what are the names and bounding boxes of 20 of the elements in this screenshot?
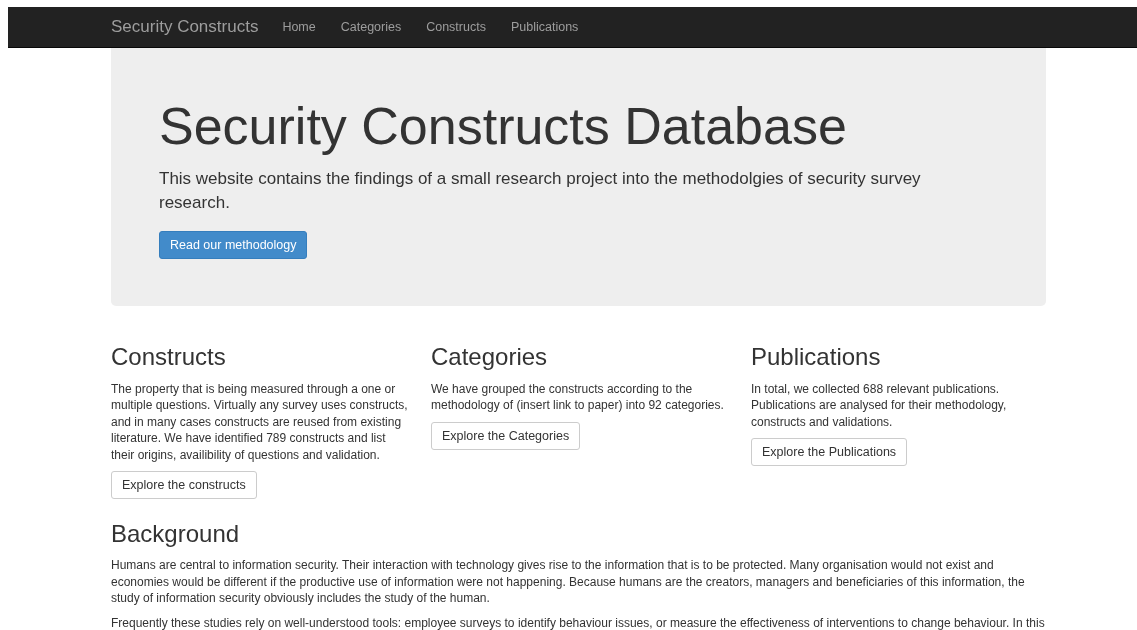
section-text: In total, we collected 688 relevant publications. Publications are analysed for their methodology, constructs and validations. [751,380,1008,431]
section-heading: Publications [751,344,882,371]
section-heading: Constructs [111,344,227,371]
brand-link[interactable]: Security Constructs [111,17,259,37]
hero-lead: This website contains the findings of a small research project into the methodolgies of security survey research. [159,168,922,215]
nav-link[interactable]: Publications [510,20,579,34]
section-text: The property that is being measured through a one or multiple questions. Virtually any survey uses constructs, and in many cases constructs are reused from existing literature. We have identified 789 constructs and list their origins, availibility of questions and validation. [111,380,409,464]
hero-title: Security Constructs Database [159,98,848,156]
nav-link[interactable]: Home [282,20,316,34]
section-text: We have grouped the constructs according to the methodology of (insert link to paper) into 92 categories. [431,380,725,414]
section-heading: Background [111,521,241,548]
nav-link[interactable]: Constructs [426,20,486,34]
explore-button[interactable]: Explore the Categories [431,421,581,450]
paragraph: Frequently these studies rely on well-understood tools: employee surveys to identify behaviour issues, or measure the effectiveness of interventions to change behaviour. In this [111,614,1046,630]
paragraph: Humans are central to information security. Their interaction with technology gives rise to the information that is to be protected. Many organisation would not exist and economies would be different if the productive use of information were not happening. Because humans are the creators, managers and beneficiaries of this information, the study of information security obviously includes the study of the human. [111,557,1026,607]
explore-button[interactable]: Explore the Publications [751,438,908,467]
methodology-button[interactable]: Read our methodology [159,231,308,260]
nav-link[interactable]: Categories [340,20,402,34]
explore-button[interactable]: Explore the constructs [111,471,257,500]
section-heading: Categories [431,344,549,371]
